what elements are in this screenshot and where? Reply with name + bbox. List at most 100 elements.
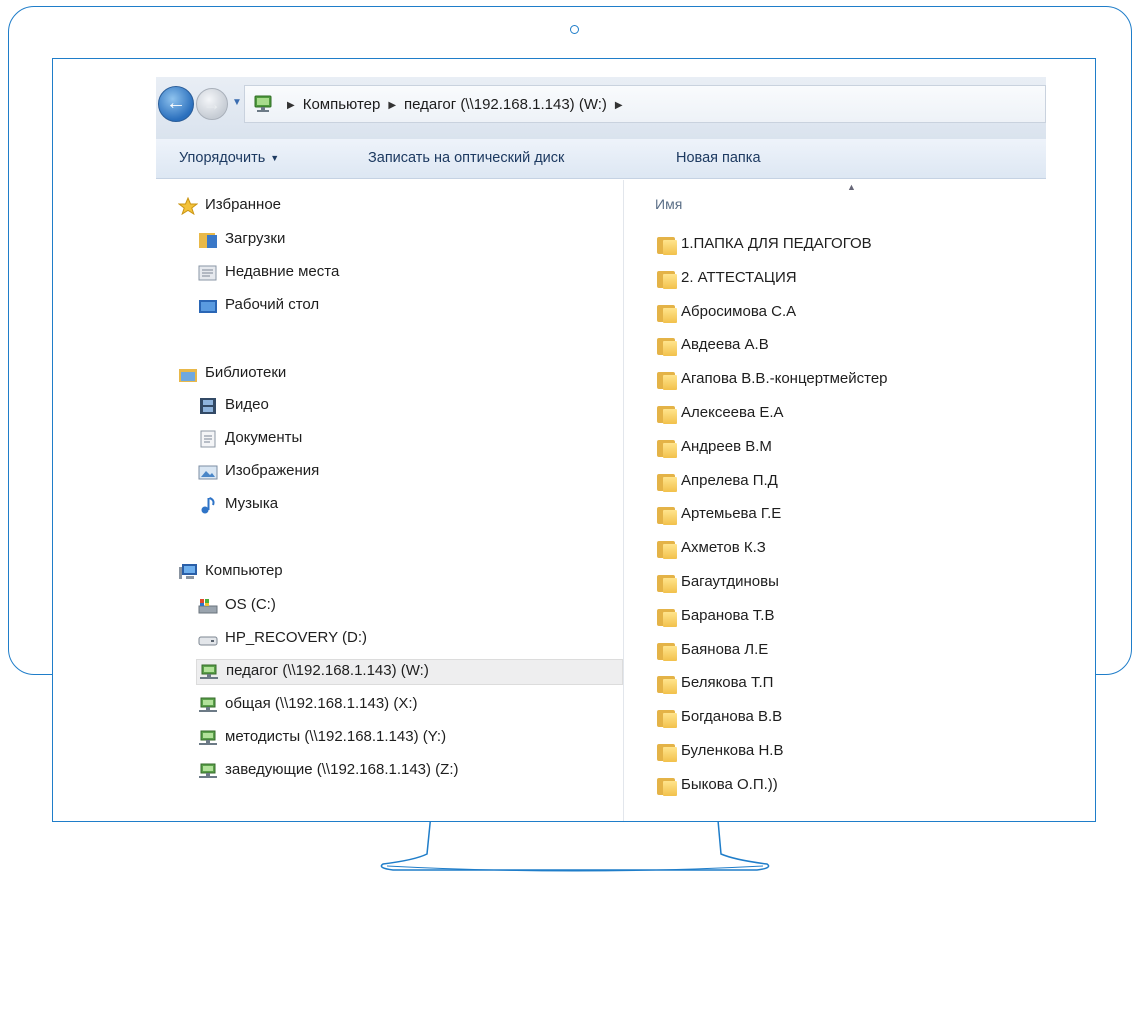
star-icon [178,197,198,215]
nav-libraries-label: Библиотеки [205,364,287,381]
folder-name: 1.ПАПКА ДЛЯ ПЕДАГОГОВ [681,235,872,252]
nav-item-network-drive-z[interactable]: заведующие (\\192.168.1.143) (Z:) [198,759,578,785]
nav-item-recovery-drive[interactable]: HP_RECOVERY (D:) [198,627,578,653]
organize-label: Упорядочить [179,150,266,166]
nav-libraries[interactable]: Библиотеки [178,362,578,388]
nav-item-recent-places[interactable]: Недавние места [198,261,578,287]
sort-ascending-icon: ▲ [847,182,856,192]
folder-name: Ахметов К.З [681,539,766,557]
folder-name: Авдеева А.В [681,336,769,354]
folder-name: Агапова В.В.-концертмейстер [681,370,888,388]
folder-name: Богданова В.В [681,708,783,726]
folder-name: Баянова Л.Е [681,640,769,658]
folder-icon [655,304,677,323]
nav-favorites-label: Избранное [205,196,282,213]
folder-name: Быкова О.П.)) [681,775,778,793]
nav-item-label: методисты (\\192.168.1.143) (Y:) [225,728,447,745]
network-computer-icon [254,95,272,112]
nav-item-label: Недавние места [225,263,340,280]
pictures-icon [198,465,218,480]
nav-item-network-drive-w[interactable]: педагог (\\192.168.1.143) (W:) [196,659,623,685]
breadcrumb-separator-icon[interactable]: ▶ [615,100,623,111]
documents-icon [200,430,216,448]
nav-computer-label: Компьютер [205,562,283,579]
folder-name: Абросимова С.А [681,302,797,320]
new-folder-button[interactable]: Новая папка [676,150,761,166]
nav-item-label: HP_RECOVERY (D:) [225,629,367,646]
folder-icon [655,405,677,424]
chevron-down-icon: ▼ [270,153,280,163]
folder-icon [655,270,677,289]
file-explorer-window: ← → ▼ ▶ Компьютер ▶ педагог (\\192.168.1.14… [156,77,1046,821]
folder-name: Баранова Т.В [681,606,775,624]
forward-button[interactable]: → [196,88,228,120]
column-header-name[interactable]: Имя [655,196,682,212]
nav-item-pictures[interactable]: Изображения [198,460,578,486]
nav-item-documents[interactable]: Документы [198,427,578,453]
desktop-icon [199,300,217,313]
folder-icon [655,506,677,526]
folder-name: Белякова Т.П [681,674,774,692]
navigation-pane: Избранное Загрузки Недавние места Рабочи… [156,180,624,821]
command-toolbar: Упорядочить ▼ Записать на оптический диск… [156,139,1046,179]
folder-icon [655,642,677,661]
nav-item-label: Музыка [225,495,279,512]
file-list-pane: ▲ Имя 1.ПАПКА ДЛЯ ПЕДАГОГОВ 2. АТТЕСТАЦИЯ… [625,180,1046,821]
screen: ← → ▼ ▶ Компьютер ▶ педагог (\\192.168.1.14… [52,58,1096,822]
folder-icon [655,473,677,492]
folder-icon [655,608,677,627]
folder-name: Багаутдиновы [681,573,779,590]
hard-drive-icon [198,636,218,646]
nav-item-label: общая (\\192.168.1.143) (X:) [225,695,418,712]
folder-icon [655,777,677,796]
nav-item-label: Документы [225,429,303,446]
nav-item-network-drive-y[interactable]: методисты (\\192.168.1.143) (Y:) [198,726,578,752]
breadcrumb-separator-icon[interactable]: ▶ [388,100,396,111]
nav-item-label: заведующие (\\192.168.1.143) (Z:) [225,761,459,778]
organize-button[interactable]: Упорядочить ▼ [179,150,279,166]
nav-item-label: Изображения [225,462,320,479]
nav-item-desktop[interactable]: Рабочий стол [198,294,578,320]
nav-item-label: педагог (\\192.168.1.143) (W:) [226,662,429,679]
video-icon [200,398,216,414]
folder-icon [655,709,677,729]
nav-favorites[interactable]: Избранное [178,194,578,220]
network-drive-icon [199,730,217,745]
folder-icon [655,236,677,255]
address-field[interactable]: ▶ Компьютер ▶ педагог (\\192.168.1.143) (W:… [244,85,1046,123]
folder-name: Артемьева Г.Е [681,505,782,523]
recent-pages-dropdown-icon[interactable]: ▼ [232,97,242,108]
nav-item-os-drive[interactable]: OS (C:) [198,594,578,620]
computer-icon [179,564,197,579]
breadcrumb-computer[interactable]: Компьютер [303,96,381,113]
folder-name: Апрелева П.Д [681,471,778,489]
address-bar-area: ← → ▼ ▶ Компьютер ▶ педагог (\\192.168.1.14… [156,77,1046,139]
breadcrumb-separator-icon[interactable]: ▶ [287,100,295,111]
folder-name: Алексеева Е.А [681,404,784,421]
folder-name: Андреев В.М [681,437,772,455]
nav-computer[interactable]: Компьютер [178,560,578,586]
folder-icon [655,743,677,762]
nav-item-downloads[interactable]: Загрузки [198,228,578,254]
folder-icon [655,371,677,391]
nav-item-video[interactable]: Видео [198,394,578,420]
music-icon [201,497,215,514]
folder-icon [655,574,677,593]
folder-name: 2. АТТЕСТАЦИЯ [681,268,797,286]
nav-item-network-drive-x[interactable]: общая (\\192.168.1.143) (X:) [198,693,578,719]
folder-icon [655,675,677,695]
network-drive-icon [200,664,218,679]
nav-item-music[interactable]: Музыка [198,493,578,519]
breadcrumb-network-drive[interactable]: педагог (\\192.168.1.143) (W:) [404,96,607,113]
folder-name: Буленкова Н.В [681,742,784,759]
recent-places-icon [198,265,217,281]
burn-to-disc-button[interactable]: Записать на оптический диск [368,150,564,166]
nav-item-label: OS (C:) [225,596,276,613]
nav-item-label: Видео [225,396,269,413]
back-button[interactable]: ← [158,86,194,122]
network-drive-icon [199,697,217,712]
downloads-icon [199,233,217,248]
os-drive-icon [198,599,218,614]
folder-icon [655,337,677,357]
camera-dot [570,25,579,34]
